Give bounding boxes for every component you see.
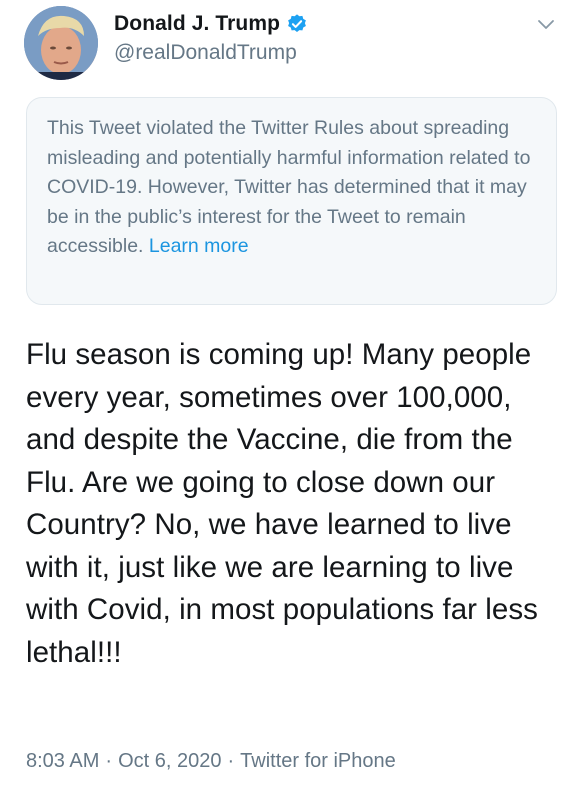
tweet-date[interactable]: Oct 6, 2020: [118, 750, 221, 773]
meta-separator: ·: [227, 750, 235, 772]
tweet-source[interactable]: Twitter for iPhone: [240, 750, 396, 773]
profile-avatar[interactable]: [24, 6, 98, 80]
tweet-text: Flu season is coming up! Many people eve…: [26, 338, 538, 669]
meta-separator: ·: [105, 750, 113, 772]
chevron-down-icon[interactable]: [536, 14, 556, 34]
author-names: Donald J. Trump @realDonaldTrump: [114, 12, 308, 65]
misinformation-notice: This Tweet violated the Twitter Rules ab…: [26, 97, 557, 305]
notice-text: This Tweet violated the Twitter Rules ab…: [47, 117, 531, 257]
tweet-meta: 8:03 AM · Oct 6, 2020 · Twitter for iPho…: [26, 750, 396, 773]
display-name[interactable]: Donald J. Trump: [114, 12, 280, 36]
tweet-header: Donald J. Trump @realDonaldTrump: [0, 0, 582, 90]
author-handle[interactable]: @realDonaldTrump: [114, 41, 308, 65]
verified-badge-icon: [286, 13, 308, 35]
learn-more-link[interactable]: Learn more: [149, 235, 249, 257]
tweet-time[interactable]: 8:03 AM: [26, 750, 99, 773]
display-name-row: Donald J. Trump: [114, 12, 308, 36]
